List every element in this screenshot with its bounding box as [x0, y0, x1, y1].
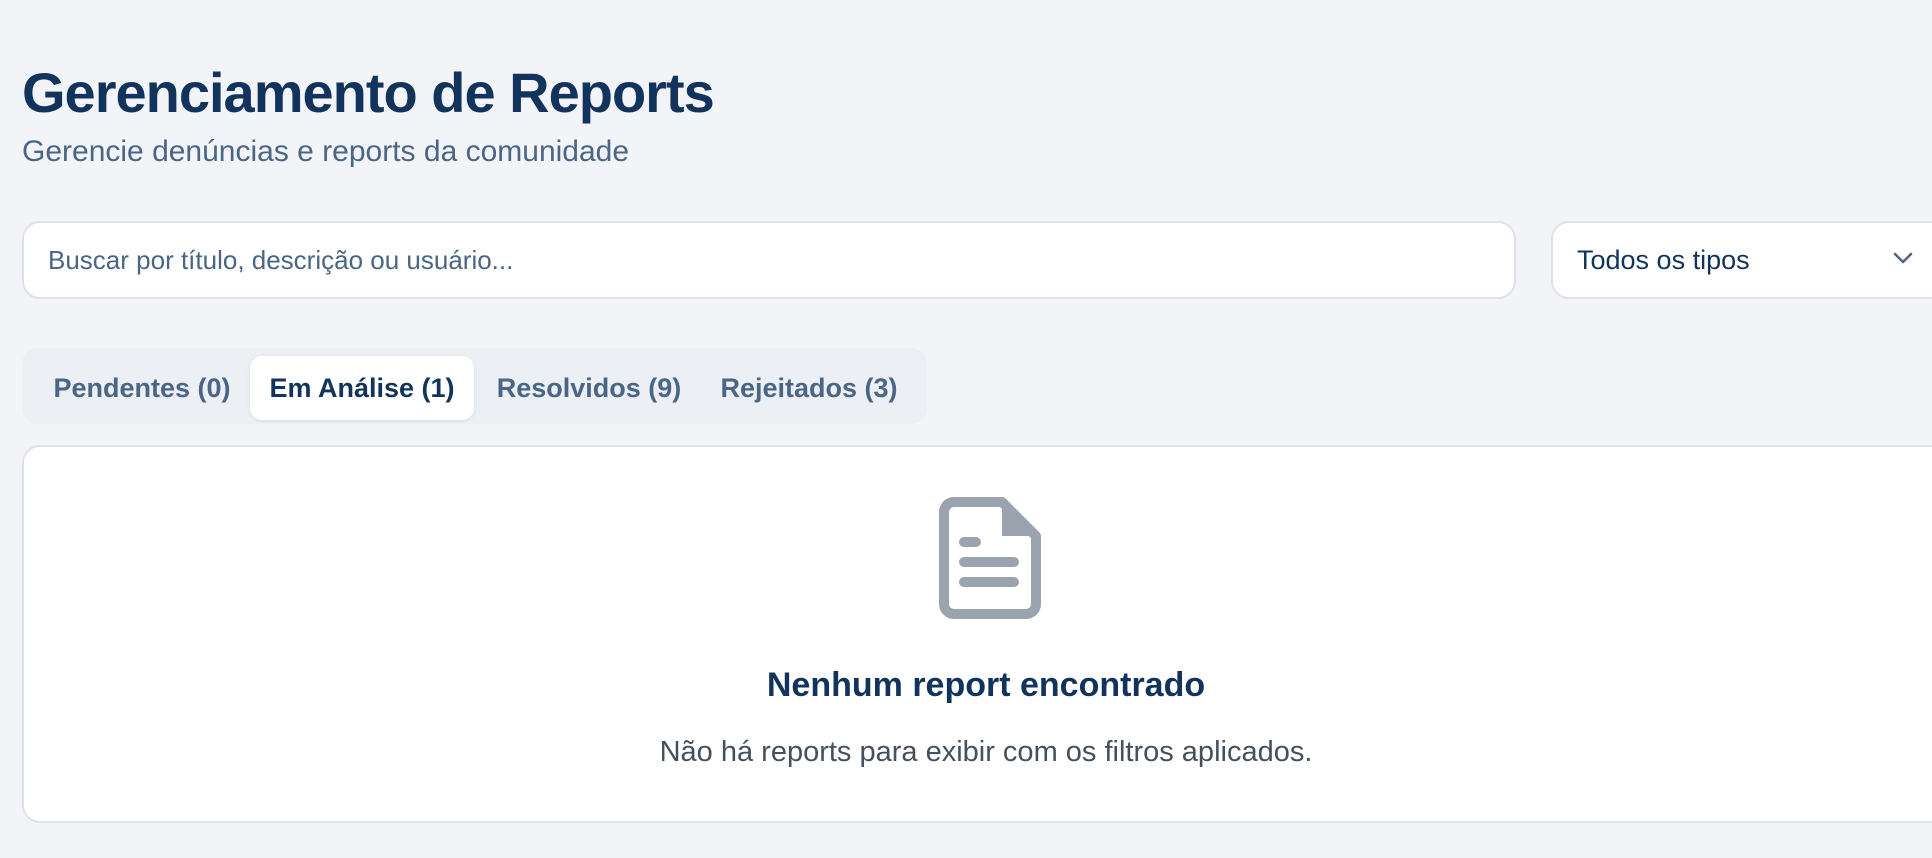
type-filter-select[interactable]: Todos os tipos: [1551, 221, 1932, 299]
chevron-down-icon[interactable]: [1892, 247, 1914, 269]
reports-page: Gerenciamento de Reports Gerencie denúnc…: [22, 0, 1932, 858]
empty-state-message: Não há reports para exibir com os filtro…: [659, 736, 1313, 768]
tab-em-analise[interactable]: Em Análise (1): [250, 356, 474, 420]
page-subtitle: Gerencie denúncias e reports da comunida…: [22, 135, 630, 168]
page-title: Gerenciamento de Reports: [22, 61, 715, 124]
tab-resolvidos[interactable]: Resolvidos (9): [480, 356, 698, 420]
document-icon: [939, 497, 1041, 619]
search-box: [22, 221, 1516, 299]
tab-pendentes[interactable]: Pendentes (0): [30, 356, 254, 420]
tab-rejeitados[interactable]: Rejeitados (3): [702, 356, 916, 420]
search-input[interactable]: [24, 223, 1514, 297]
type-filter-value: Todos os tipos: [1577, 245, 1750, 275]
empty-state-title: Nenhum report encontrado: [766, 666, 1206, 704]
status-tabs: Pendentes (0) Em Análise (1) Resolvidos …: [22, 348, 927, 424]
